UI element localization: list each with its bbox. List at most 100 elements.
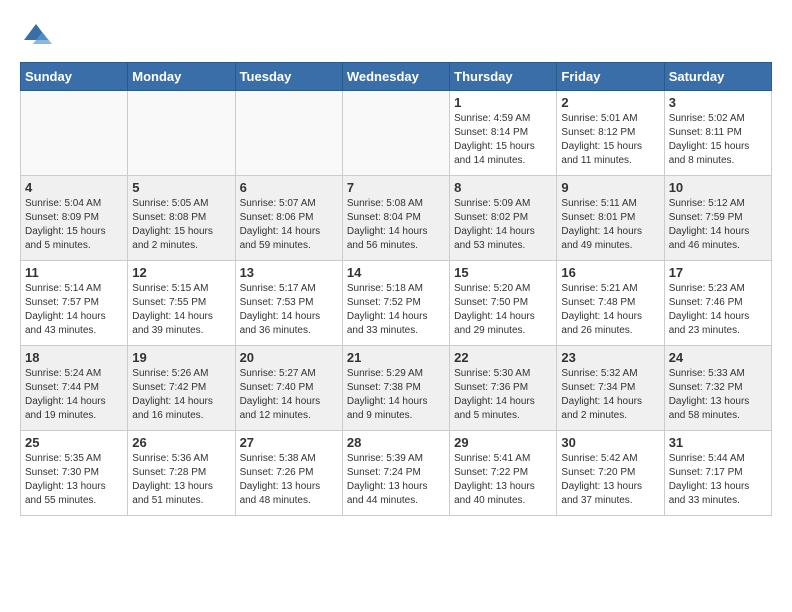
- calendar-cell: 28 Sunrise: 5:39 AM Sunset: 7:24 PM Dayli…: [342, 431, 449, 516]
- day-number: 12: [132, 265, 230, 280]
- day-number: 22: [454, 350, 552, 365]
- day-number: 17: [669, 265, 767, 280]
- day-number: 24: [669, 350, 767, 365]
- day-info: Sunrise: 5:14 AM Sunset: 7:57 PM Dayligh…: [25, 282, 123, 338]
- day-number: 10: [669, 180, 767, 195]
- day-number: 11: [25, 265, 123, 280]
- day-info: Sunrise: 5:20 AM Sunset: 7:50 PM Dayligh…: [454, 282, 552, 338]
- day-info: Sunrise: 5:35 AM Sunset: 7:30 PM Dayligh…: [25, 452, 123, 508]
- day-number: 26: [132, 435, 230, 450]
- calendar-cell: 19 Sunrise: 5:26 AM Sunset: 7:42 PM Dayli…: [128, 346, 235, 431]
- logo-icon: [20, 20, 52, 52]
- day-info: Sunrise: 5:27 AM Sunset: 7:40 PM Dayligh…: [240, 367, 338, 423]
- day-number: 7: [347, 180, 445, 195]
- calendar-cell: 6 Sunrise: 5:07 AM Sunset: 8:06 PM Daylig…: [235, 176, 342, 261]
- day-info: Sunrise: 5:09 AM Sunset: 8:02 PM Dayligh…: [454, 197, 552, 253]
- calendar-cell: 4Sunrise: 5:04 AM Sunset: 8:09 PM Daylig…: [21, 176, 128, 261]
- day-info: Sunrise: 5:32 AM Sunset: 7:34 PM Dayligh…: [561, 367, 659, 423]
- calendar-cell: 22 Sunrise: 5:30 AM Sunset: 7:36 PM Dayli…: [450, 346, 557, 431]
- day-number: 13: [240, 265, 338, 280]
- calendar-row: 11 Sunrise: 5:14 AM Sunset: 7:57 PM Dayli…: [21, 261, 772, 346]
- day-info: Sunrise: 5:26 AM Sunset: 7:42 PM Dayligh…: [132, 367, 230, 423]
- day-info: Sunrise: 5:38 AM Sunset: 7:26 PM Dayligh…: [240, 452, 338, 508]
- day-info: Sunrise: 5:02 AM Sunset: 8:11 PM Dayligh…: [669, 112, 767, 168]
- day-info: Sunrise: 5:01 AM Sunset: 8:12 PM Dayligh…: [561, 112, 659, 168]
- calendar-cell: [342, 91, 449, 176]
- calendar-row: 4Sunrise: 5:04 AM Sunset: 8:09 PM Daylig…: [21, 176, 772, 261]
- day-info: Sunrise: 5:39 AM Sunset: 7:24 PM Dayligh…: [347, 452, 445, 508]
- day-info: Sunrise: 5:42 AM Sunset: 7:20 PM Dayligh…: [561, 452, 659, 508]
- day-number: 19: [132, 350, 230, 365]
- day-number: 28: [347, 435, 445, 450]
- day-number: 5: [132, 180, 230, 195]
- day-number: 30: [561, 435, 659, 450]
- day-info: Sunrise: 5:36 AM Sunset: 7:28 PM Dayligh…: [132, 452, 230, 508]
- calendar-cell: 9Sunrise: 5:11 AM Sunset: 8:01 PM Daylig…: [557, 176, 664, 261]
- calendar-cell: 21 Sunrise: 5:29 AM Sunset: 7:38 PM Dayli…: [342, 346, 449, 431]
- day-number: 21: [347, 350, 445, 365]
- calendar-cell: 3 Sunrise: 5:02 AM Sunset: 8:11 PM Daylig…: [664, 91, 771, 176]
- day-info: Sunrise: 5:08 AM Sunset: 8:04 PM Dayligh…: [347, 197, 445, 253]
- day-info: Sunrise: 5:23 AM Sunset: 7:46 PM Dayligh…: [669, 282, 767, 338]
- day-number: 3: [669, 95, 767, 110]
- day-info: Sunrise: 5:33 AM Sunset: 7:32 PM Dayligh…: [669, 367, 767, 423]
- calendar-row: 1 Sunrise: 4:59 AM Sunset: 8:14 PM Daylig…: [21, 91, 772, 176]
- calendar-cell: 8 Sunrise: 5:09 AM Sunset: 8:02 PM Daylig…: [450, 176, 557, 261]
- calendar-cell: 11 Sunrise: 5:14 AM Sunset: 7:57 PM Dayli…: [21, 261, 128, 346]
- day-info: Sunrise: 5:12 AM Sunset: 7:59 PM Dayligh…: [669, 197, 767, 253]
- calendar-cell: [128, 91, 235, 176]
- day-number: 20: [240, 350, 338, 365]
- day-info: Sunrise: 5:21 AM Sunset: 7:48 PM Dayligh…: [561, 282, 659, 338]
- calendar-row: 25 Sunrise: 5:35 AM Sunset: 7:30 PM Dayli…: [21, 431, 772, 516]
- header-cell: Saturday: [664, 63, 771, 91]
- header-cell: Sunday: [21, 63, 128, 91]
- calendar-cell: 17 Sunrise: 5:23 AM Sunset: 7:46 PM Dayli…: [664, 261, 771, 346]
- header-cell: Thursday: [450, 63, 557, 91]
- day-number: 1: [454, 95, 552, 110]
- calendar-cell: 16 Sunrise: 5:21 AM Sunset: 7:48 PM Dayli…: [557, 261, 664, 346]
- day-info: Sunrise: 5:05 AM Sunset: 8:08 PM Dayligh…: [132, 197, 230, 253]
- header-cell: Tuesday: [235, 63, 342, 91]
- calendar-body: 1 Sunrise: 4:59 AM Sunset: 8:14 PM Daylig…: [21, 91, 772, 516]
- calendar-cell: 7 Sunrise: 5:08 AM Sunset: 8:04 PM Daylig…: [342, 176, 449, 261]
- calendar-cell: 20 Sunrise: 5:27 AM Sunset: 7:40 PM Dayli…: [235, 346, 342, 431]
- calendar-cell: 1 Sunrise: 4:59 AM Sunset: 8:14 PM Daylig…: [450, 91, 557, 176]
- header-row: SundayMondayTuesdayWednesdayThursdayFrid…: [21, 63, 772, 91]
- day-info: Sunrise: 5:44 AM Sunset: 7:17 PM Dayligh…: [669, 452, 767, 508]
- day-number: 16: [561, 265, 659, 280]
- day-number: 23: [561, 350, 659, 365]
- day-number: 14: [347, 265, 445, 280]
- day-number: 8: [454, 180, 552, 195]
- header-cell: Friday: [557, 63, 664, 91]
- page-header: [20, 20, 772, 52]
- day-info: Sunrise: 5:04 AM Sunset: 8:09 PM Dayligh…: [25, 197, 123, 253]
- day-number: 25: [25, 435, 123, 450]
- calendar-cell: 27Sunrise: 5:38 AM Sunset: 7:26 PM Dayli…: [235, 431, 342, 516]
- day-number: 31: [669, 435, 767, 450]
- day-info: Sunrise: 5:41 AM Sunset: 7:22 PM Dayligh…: [454, 452, 552, 508]
- calendar-cell: 23 Sunrise: 5:32 AM Sunset: 7:34 PM Dayli…: [557, 346, 664, 431]
- day-number: 6: [240, 180, 338, 195]
- header-cell: Wednesday: [342, 63, 449, 91]
- calendar-cell: 24 Sunrise: 5:33 AM Sunset: 7:32 PM Dayli…: [664, 346, 771, 431]
- day-info: Sunrise: 5:29 AM Sunset: 7:38 PM Dayligh…: [347, 367, 445, 423]
- day-number: 18: [25, 350, 123, 365]
- day-number: 29: [454, 435, 552, 450]
- calendar-cell: 10 Sunrise: 5:12 AM Sunset: 7:59 PM Dayli…: [664, 176, 771, 261]
- calendar-cell: 14 Sunrise: 5:18 AM Sunset: 7:52 PM Dayli…: [342, 261, 449, 346]
- calendar-cell: 12Sunrise: 5:15 AM Sunset: 7:55 PM Dayli…: [128, 261, 235, 346]
- calendar-cell: 25 Sunrise: 5:35 AM Sunset: 7:30 PM Dayli…: [21, 431, 128, 516]
- day-info: Sunrise: 5:30 AM Sunset: 7:36 PM Dayligh…: [454, 367, 552, 423]
- calendar-row: 18Sunrise: 5:24 AM Sunset: 7:44 PM Dayli…: [21, 346, 772, 431]
- day-info: Sunrise: 5:18 AM Sunset: 7:52 PM Dayligh…: [347, 282, 445, 338]
- day-number: 15: [454, 265, 552, 280]
- calendar-cell: 31 Sunrise: 5:44 AM Sunset: 7:17 PM Dayli…: [664, 431, 771, 516]
- day-number: 2: [561, 95, 659, 110]
- calendar-cell: 15 Sunrise: 5:20 AM Sunset: 7:50 PM Dayli…: [450, 261, 557, 346]
- day-info: Sunrise: 5:17 AM Sunset: 7:53 PM Dayligh…: [240, 282, 338, 338]
- calendar-cell: 13 Sunrise: 5:17 AM Sunset: 7:53 PM Dayli…: [235, 261, 342, 346]
- day-info: Sunrise: 5:07 AM Sunset: 8:06 PM Dayligh…: [240, 197, 338, 253]
- day-number: 9: [561, 180, 659, 195]
- calendar-cell: 29 Sunrise: 5:41 AM Sunset: 7:22 PM Dayli…: [450, 431, 557, 516]
- day-info: Sunrise: 4:59 AM Sunset: 8:14 PM Dayligh…: [454, 112, 552, 168]
